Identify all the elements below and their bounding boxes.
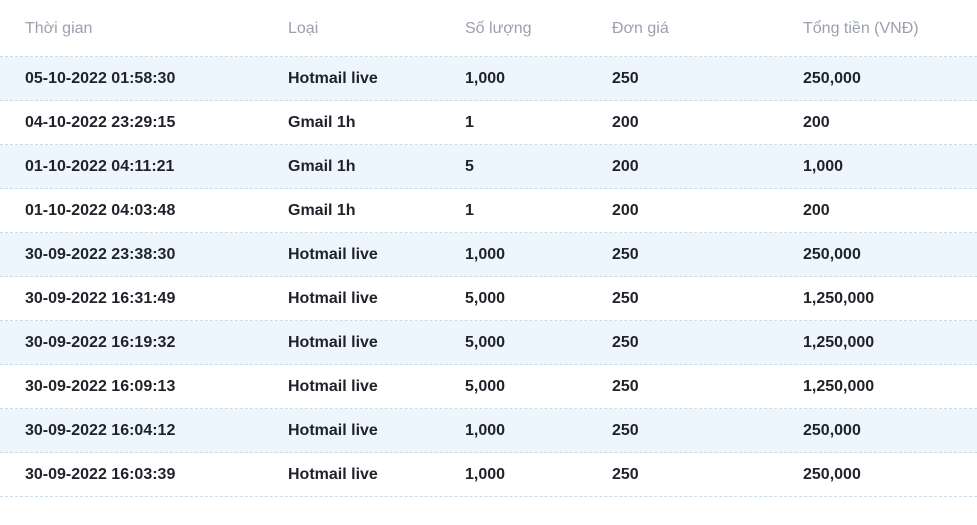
cell-time: 30-09-2022 16:19:32 xyxy=(25,334,176,351)
column-header-unit-price[interactable]: Đơn giá xyxy=(612,20,669,38)
cell-unit-price: 250 xyxy=(612,378,639,395)
cell-unit-price: 250 xyxy=(612,246,639,263)
table-row: 30-09-2022 16:31:49 Hotmail live 5,000 2… xyxy=(0,277,977,321)
cell-quantity: 5 xyxy=(465,158,474,175)
cell-total: 1,250,000 xyxy=(803,378,875,395)
column-header-quantity[interactable]: Số lượng xyxy=(465,20,532,38)
table-row: 01-10-2022 04:11:21 Gmail 1h 5 200 1,000 xyxy=(0,145,977,189)
cell-quantity: 1 xyxy=(465,114,474,131)
table-header: Thời gian Loại Số lượng Đơn giá Tổng tiề… xyxy=(0,0,977,57)
cell-quantity: 5,000 xyxy=(465,334,506,351)
order-history-table: Thời gian Loại Số lượng Đơn giá Tổng tiề… xyxy=(0,0,977,497)
table-row: 30-09-2022 16:19:32 Hotmail live 5,000 2… xyxy=(0,321,977,365)
cell-type: Gmail 1h xyxy=(288,114,356,131)
table-row: 04-10-2022 23:29:15 Gmail 1h 1 200 200 xyxy=(0,101,977,145)
table-row: 30-09-2022 16:04:12 Hotmail live 1,000 2… xyxy=(0,409,977,453)
cell-total: 1,250,000 xyxy=(803,334,875,351)
cell-time: 01-10-2022 04:11:21 xyxy=(25,158,175,175)
cell-time: 01-10-2022 04:03:48 xyxy=(25,202,176,219)
cell-time: 30-09-2022 16:03:39 xyxy=(25,466,176,483)
cell-time: 30-09-2022 23:38:30 xyxy=(25,246,176,263)
cell-total: 1,250,000 xyxy=(803,290,875,307)
table-row: 30-09-2022 23:38:30 Hotmail live 1,000 2… xyxy=(0,233,977,277)
cell-unit-price: 250 xyxy=(612,466,639,483)
cell-unit-price: 250 xyxy=(612,290,639,307)
cell-total: 250,000 xyxy=(803,466,861,483)
cell-type: Gmail 1h xyxy=(288,158,356,175)
cell-unit-price: 200 xyxy=(612,202,639,219)
cell-type: Gmail 1h xyxy=(288,202,356,219)
cell-total: 200 xyxy=(803,114,830,131)
cell-unit-price: 250 xyxy=(612,334,639,351)
cell-total: 1,000 xyxy=(803,158,844,175)
cell-time: 05-10-2022 01:58:30 xyxy=(25,70,176,87)
cell-unit-price: 200 xyxy=(612,158,639,175)
table-row: 30-09-2022 16:03:39 Hotmail live 1,000 2… xyxy=(0,453,977,497)
cell-quantity: 1,000 xyxy=(465,466,506,483)
cell-unit-price: 250 xyxy=(612,422,639,439)
cell-quantity: 1 xyxy=(465,202,474,219)
cell-type: Hotmail live xyxy=(288,246,378,263)
cell-unit-price: 200 xyxy=(612,114,639,131)
cell-quantity: 1,000 xyxy=(465,246,506,263)
cell-total: 250,000 xyxy=(803,246,861,263)
cell-total: 250,000 xyxy=(803,70,861,87)
table-row: 01-10-2022 04:03:48 Gmail 1h 1 200 200 xyxy=(0,189,977,233)
cell-time: 04-10-2022 23:29:15 xyxy=(25,114,176,131)
cell-unit-price: 250 xyxy=(612,70,639,87)
cell-time: 30-09-2022 16:04:12 xyxy=(25,422,176,439)
cell-type: Hotmail live xyxy=(288,378,378,395)
cell-type: Hotmail live xyxy=(288,70,378,87)
cell-quantity: 1,000 xyxy=(465,70,506,87)
cell-total: 200 xyxy=(803,202,830,219)
cell-time: 30-09-2022 16:09:13 xyxy=(25,378,176,395)
cell-type: Hotmail live xyxy=(288,290,378,307)
cell-type: Hotmail live xyxy=(288,422,378,439)
cell-total: 250,000 xyxy=(803,422,861,439)
cell-type: Hotmail live xyxy=(288,466,378,483)
column-header-time[interactable]: Thời gian xyxy=(25,20,92,38)
table-row: 30-09-2022 16:09:13 Hotmail live 5,000 2… xyxy=(0,365,977,409)
cell-quantity: 1,000 xyxy=(465,422,506,439)
cell-type: Hotmail live xyxy=(288,334,378,351)
cell-time: 30-09-2022 16:31:49 xyxy=(25,290,176,307)
column-header-type[interactable]: Loại xyxy=(288,20,318,38)
table-row: 05-10-2022 01:58:30 Hotmail live 1,000 2… xyxy=(0,57,977,101)
cell-quantity: 5,000 xyxy=(465,290,506,307)
cell-quantity: 5,000 xyxy=(465,378,506,395)
column-header-total[interactable]: Tổng tiền (VNĐ) xyxy=(803,20,919,38)
